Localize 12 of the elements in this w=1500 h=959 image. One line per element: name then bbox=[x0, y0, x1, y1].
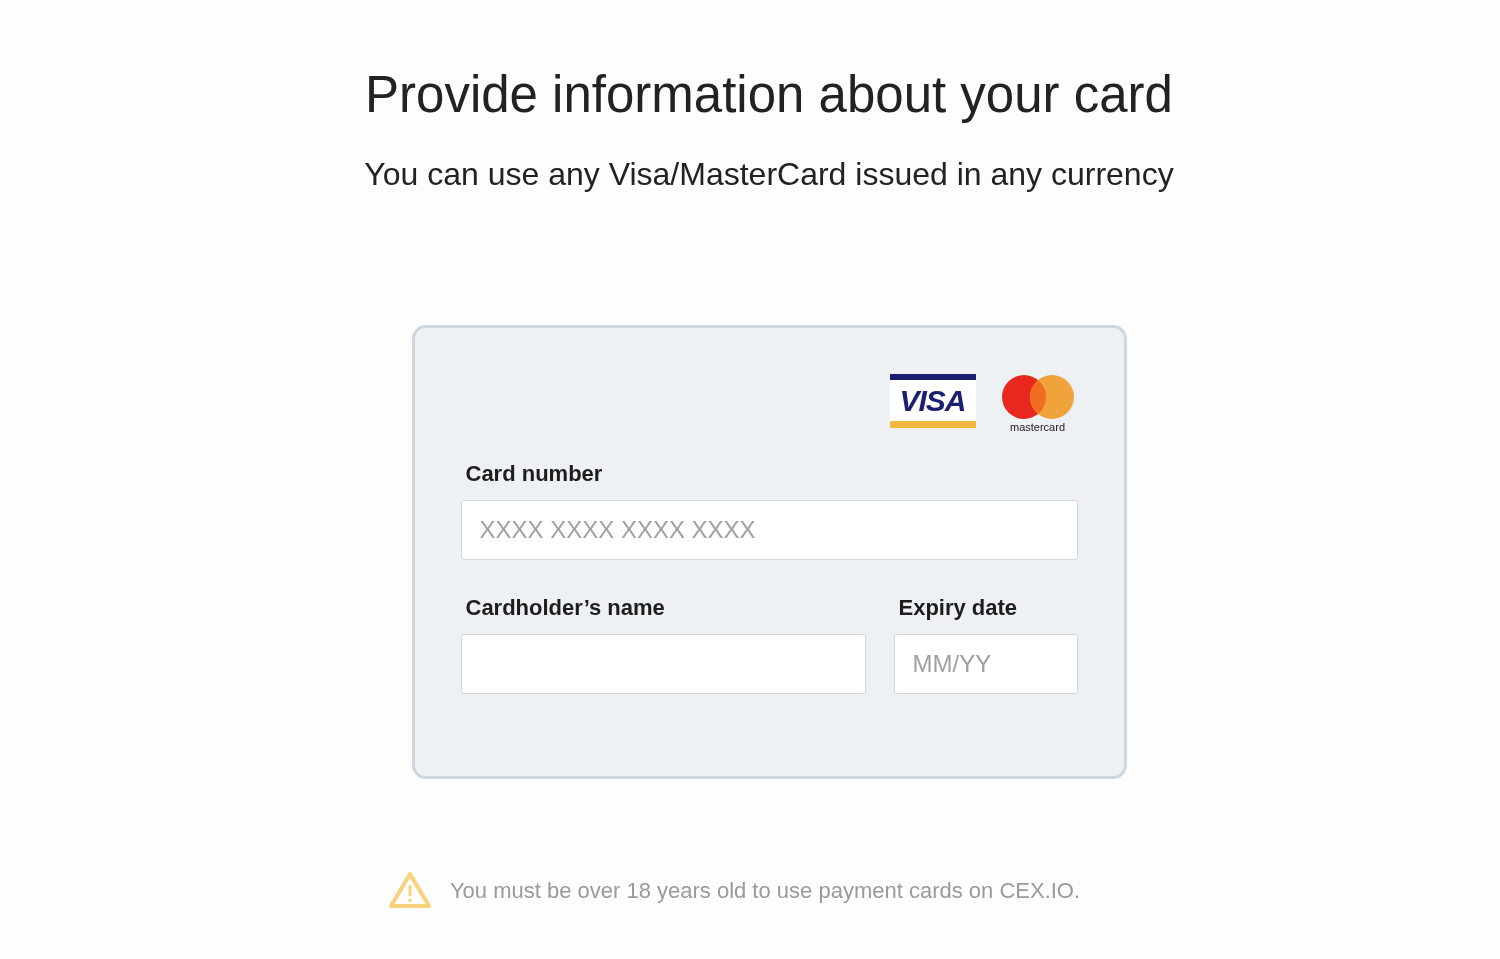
input-field[interactable]: XXXX XXXX XXXX XXXX bbox=[460, 500, 1078, 560]
input-field[interactable]: MM/YY bbox=[893, 634, 1078, 694]
input-field[interactable] bbox=[460, 634, 866, 694]
field-label: Cardholder’s name bbox=[464, 594, 666, 622]
age-notice: You must be over 18 years old to use payment cards on CEX.IO. bbox=[449, 876, 1081, 905]
visa-logo: VISA bbox=[889, 374, 976, 428]
field-label: Expiry date bbox=[897, 594, 1019, 622]
field-label: Card number bbox=[464, 460, 604, 488]
page-title: Provide information about your card bbox=[365, 65, 1173, 125]
mastercard-logo: mastercard bbox=[999, 374, 1076, 433]
page-subtitle: You can use any Visa/MasterCard issued in any currency bbox=[364, 155, 1174, 194]
warning-icon bbox=[387, 871, 432, 909]
